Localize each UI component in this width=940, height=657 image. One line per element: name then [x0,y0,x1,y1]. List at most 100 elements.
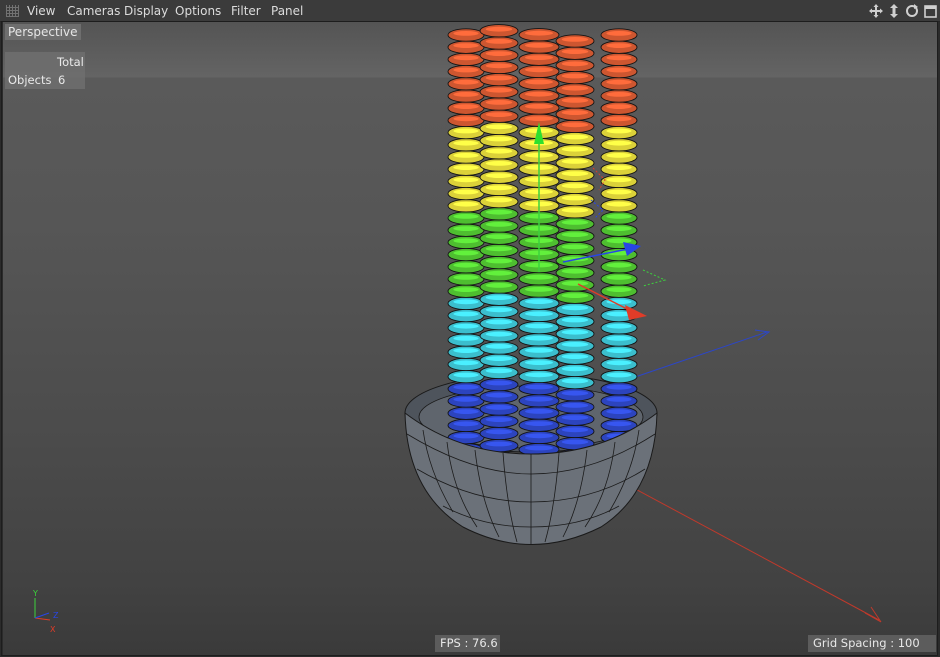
svg-text:Y: Y [32,589,38,598]
ring-highlight-111 [561,439,589,445]
ring-highlight-52 [606,262,632,268]
ring-highlight-100 [485,124,513,130]
ring-highlight-136 [561,134,589,140]
ring-highlight-124 [561,281,589,286]
ring-highlight-65 [606,104,632,109]
ring-highlight-179 [525,55,553,60]
3d-viewport[interactable]: Y X Z Perspective Total Objects 6 FPS : … [3,22,937,655]
ring-highlight-20 [453,214,479,219]
dolly-view-icon[interactable] [886,2,902,20]
menu-filter[interactable]: Filter [231,4,261,18]
ring-highlight-143 [561,49,589,54]
ring-highlight-131 [561,195,589,201]
ring-highlight-159 [525,299,553,304]
ring-highlight-39 [606,421,632,427]
menu-display[interactable]: Display [124,4,168,18]
svg-text:X: X [50,625,56,634]
ring-highlight-7 [453,372,479,378]
ring-highlight-138 [561,110,589,115]
ring-highlight-58 [606,189,632,195]
ring-highlight-61 [606,153,632,158]
ring-highlight-115 [561,390,589,396]
scene-canvas[interactable]: Y X Z [3,22,937,655]
ring-highlight-22 [453,189,479,195]
ring-highlight-31 [453,79,479,85]
ring-highlight-130 [561,207,589,213]
ring-highlight-21 [453,201,479,207]
ring-highlight-116 [561,378,589,384]
rotate-view-icon[interactable] [904,2,920,20]
ring-highlight-19 [453,226,479,232]
ring-highlight-123 [561,293,589,298]
menu-cameras[interactable]: Cameras [67,4,120,18]
ring-highlight-94 [485,197,513,203]
ring-highlight-74 [485,441,513,447]
ring-highlight-35 [453,31,479,36]
ring-highlight-3 [453,421,479,427]
ring-highlight-134 [561,159,589,164]
ring-highlight-119 [561,342,589,347]
hud-objects-value: 6 [58,73,66,87]
ring-highlight-32 [453,67,479,73]
camera-label[interactable]: Perspective [5,24,81,40]
ring-highlight-15 [453,275,479,280]
ring-highlight-64 [606,116,632,122]
ring-highlight-97 [485,161,513,166]
ring-highlight-25 [453,153,479,158]
ring-highlight-76 [485,417,513,422]
ring-highlight-55 [606,226,632,232]
menu-view[interactable]: View [27,4,55,18]
ring-highlight-141 [561,73,589,79]
ring-highlight-85 [485,307,513,313]
ring-highlight-176 [525,91,553,97]
ring-highlight-92 [485,222,513,227]
ring-highlight-28 [453,116,479,122]
ring-highlight-63 [606,128,632,134]
ring-highlight-41 [606,397,632,402]
ring-highlight-46 [606,336,632,341]
menu-panel[interactable]: Panel [271,4,303,18]
menu-options[interactable]: Options [175,4,221,18]
ring-highlight-129 [561,220,589,225]
ring-highlight-120 [561,329,589,335]
ring-highlight-149 [525,421,553,426]
ring-highlight-30 [453,92,479,97]
ring-highlight-107 [485,39,513,44]
ring-highlight-84 [485,319,513,325]
ring-highlight-17 [453,250,479,256]
ring-highlight-14 [453,287,479,292]
ring-highlight-82 [485,344,513,349]
ring-highlight-117 [561,366,589,372]
ring-highlight-106 [485,51,513,56]
ring-highlight-42 [606,384,632,390]
ring-highlight-29 [453,104,479,109]
ring-highlight-105 [485,63,513,69]
ring-highlight-12 [453,311,479,317]
ring-highlight-180 [525,43,553,48]
ring-highlight-158 [525,311,553,317]
maximize-view-icon[interactable] [922,2,938,20]
ring-highlight-4 [453,409,479,414]
ring-highlight-6 [453,384,479,390]
ring-highlight-133 [561,171,589,177]
ring-highlight-101 [485,112,513,117]
ring-highlight-50 [606,287,632,292]
ring-highlight-24 [453,165,479,171]
hud-total-header: Total [57,55,84,69]
ring-highlight-78 [485,392,513,398]
ring-highlight-104 [485,75,513,81]
panel-grip-icon[interactable] [6,5,19,17]
ring-highlight-135 [561,146,589,152]
ring-highlight-71 [606,31,632,36]
ring-highlight-40 [606,409,632,414]
ring-highlight-150 [525,409,553,414]
move-view-icon[interactable] [868,2,884,20]
ring-highlight-144 [561,37,589,42]
ring-highlight-160 [525,287,553,292]
ring-highlight-148 [525,433,553,439]
ring-highlight-118 [561,354,589,359]
hud-object-count: Total Objects 6 [5,52,85,89]
ring-highlight-13 [453,299,479,305]
ring-highlight-102 [485,100,513,105]
ring-highlight-57 [606,201,632,207]
